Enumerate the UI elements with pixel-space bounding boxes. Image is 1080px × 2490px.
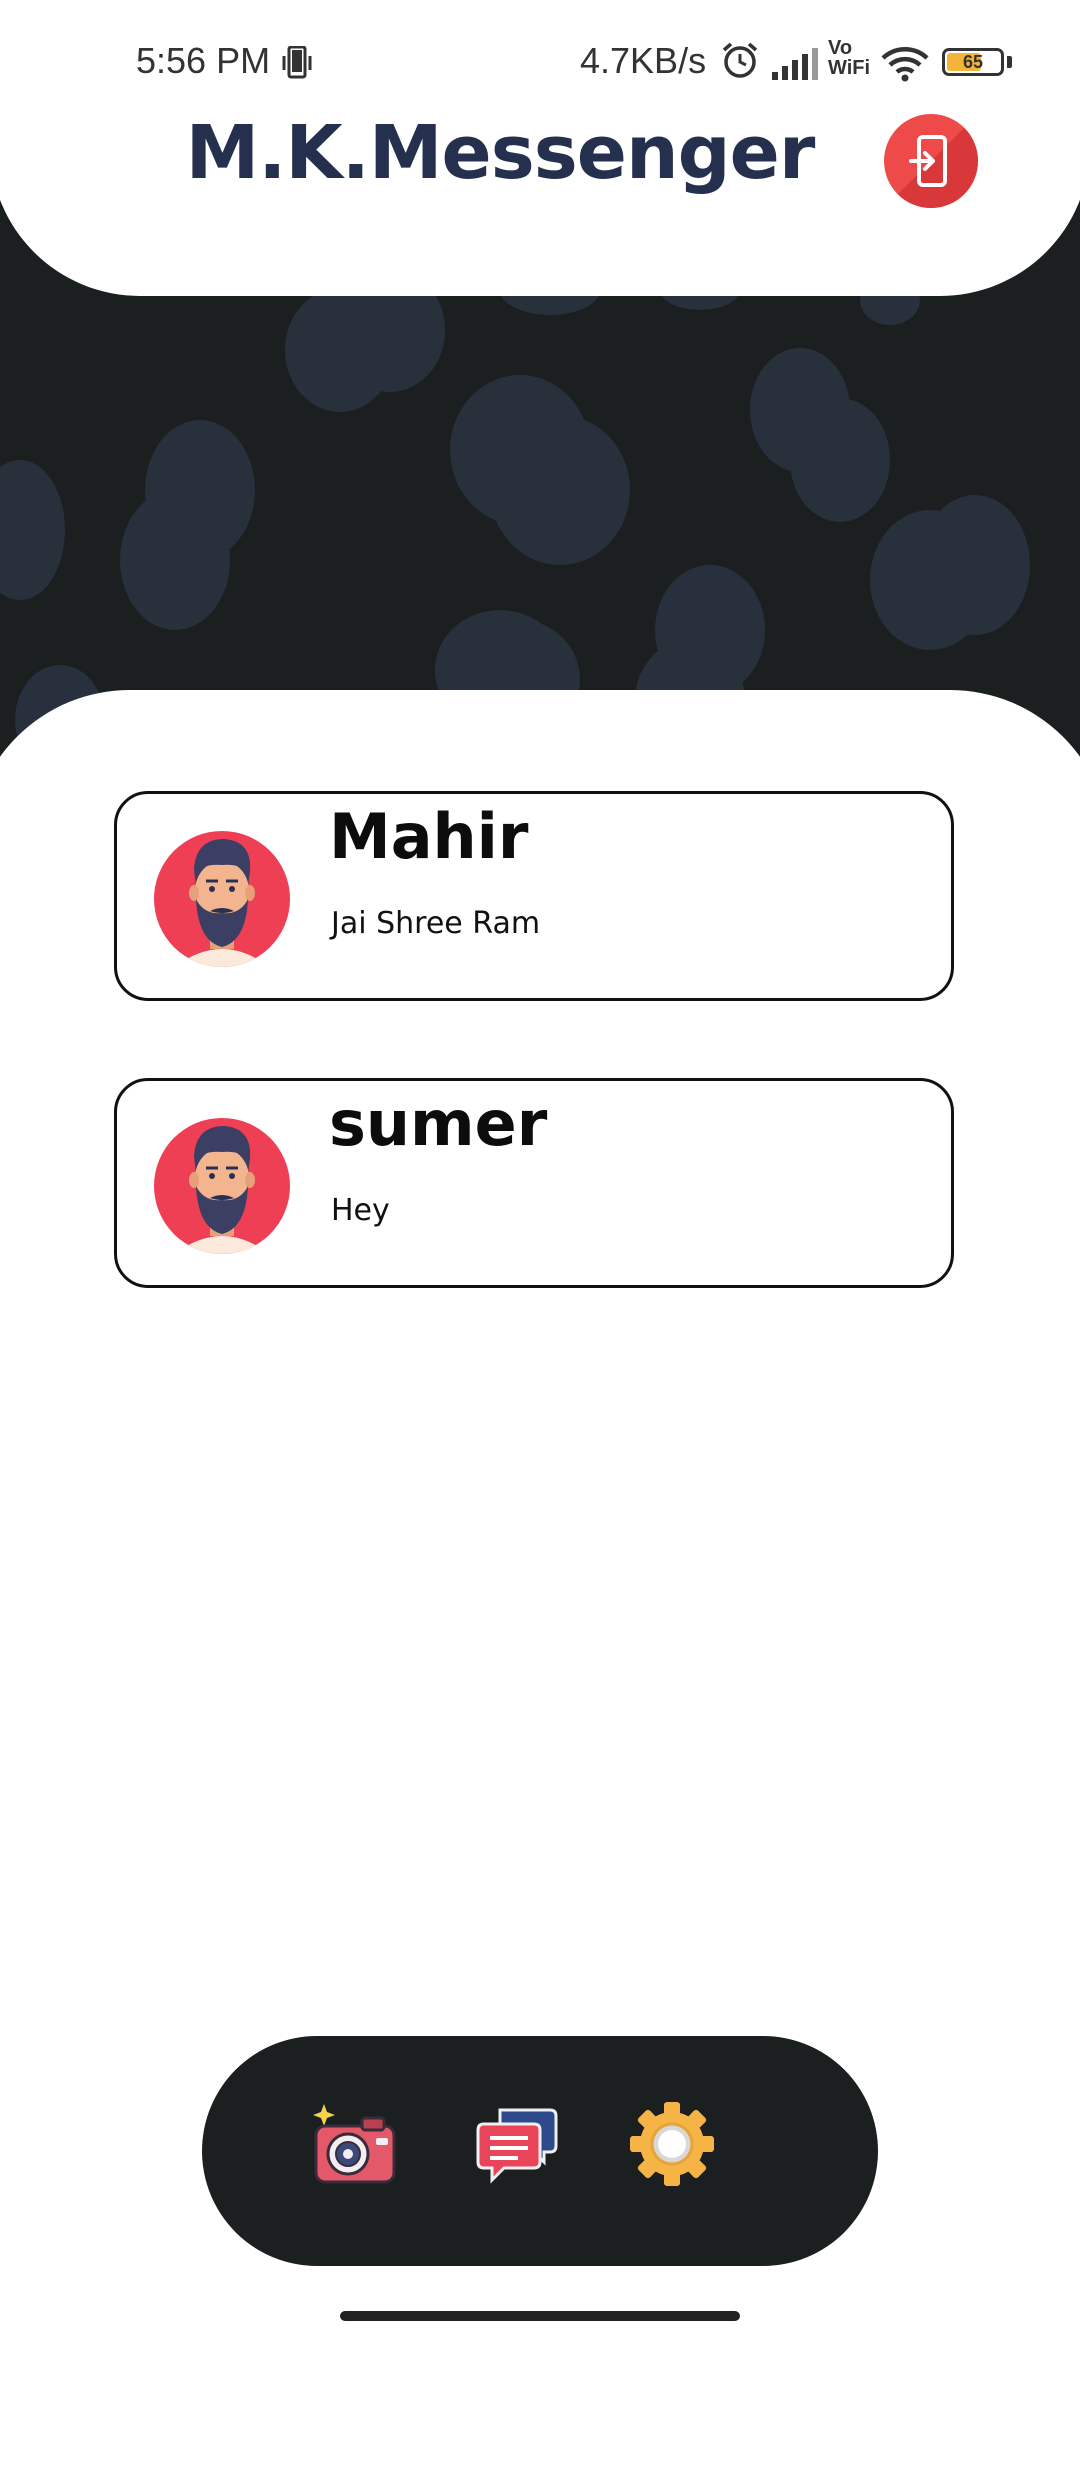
phone-vibrate-icon [282,46,312,79]
contact-name: sumer [329,1087,548,1160]
contact-card[interactable]: sumer Hey [114,1078,954,1288]
battery-icon: 65 [942,48,1004,76]
signal-icon [772,48,818,80]
home-indicator[interactable] [340,2311,740,2321]
wifi-icon [881,47,929,82]
status-time: 5:56 PM [136,40,271,81]
settings-gear-icon [630,2102,714,2186]
contact-name: Mahir [329,800,529,873]
nav-chat-button[interactable] [470,2096,566,2192]
network-speed: 4.7KB/s [580,40,707,81]
logout-button[interactable] [884,114,978,208]
contact-card[interactable]: Mahir Jai Shree Ram [114,791,954,1001]
logout-icon [909,135,947,187]
status-bar: 5:56 PM 4.7KB/s Vo WiFi 65 [0,0,1080,110]
camera-icon [313,2104,396,2184]
vowifi-label-top: Vo [828,37,853,59]
contact-last-message: Jai Shree Ram [331,906,541,941]
bottom-nav [202,2036,878,2266]
nav-settings-button[interactable] [624,2096,720,2192]
battery-level: 65 [962,52,984,72]
bearded-man-avatar [154,831,290,967]
app-title: M.K.Messenger [185,110,816,196]
vowifi-label-bottom: WiFi [828,57,871,79]
bearded-man-avatar [154,1118,290,1254]
chat-icon [476,2108,558,2184]
alarm-icon [722,42,758,78]
vowifi-indicator: Vo WiFi [828,38,870,78]
nav-camera-button[interactable] [306,2096,402,2192]
contact-last-message: Hey [331,1193,390,1228]
battery-tip [1007,56,1012,68]
